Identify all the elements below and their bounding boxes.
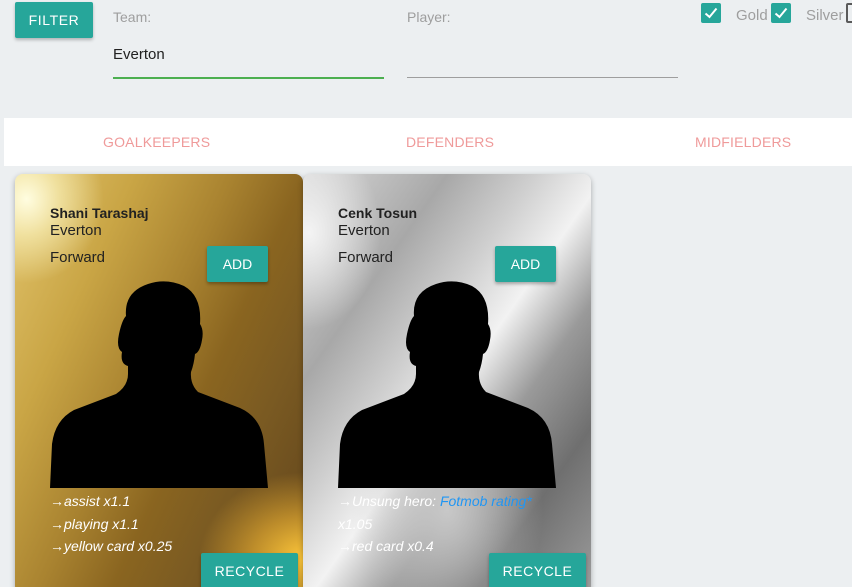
player-name: Cenk Tosun xyxy=(338,205,418,221)
checkbox-silver[interactable] xyxy=(771,3,791,23)
player-field[interactable]: Player: xyxy=(407,9,678,78)
check-icon xyxy=(704,7,718,19)
filter-button[interactable]: FILTER xyxy=(15,2,93,38)
perk-line: →assist x1.1 xyxy=(50,493,131,509)
player-name: Shani Tarashaj xyxy=(50,205,149,221)
recycle-button[interactable]: RECYCLE xyxy=(489,553,586,587)
perks-list: →Unsung hero: Fotmob rating* x1.05 →red … xyxy=(338,490,578,558)
team-input[interactable]: Everton xyxy=(113,46,165,63)
tab-midfielders[interactable]: MIDFIELDERS xyxy=(695,118,791,166)
checkbox-gold[interactable] xyxy=(701,3,721,23)
perks-list: →assist x1.1 →playing x1.1 →yellow card … xyxy=(50,490,290,558)
player-card-silver: Cenk Tosun Everton Forward ADD →Unsung h… xyxy=(303,174,591,587)
fotmob-rating-link[interactable]: Fotmob rating* xyxy=(440,493,532,509)
perk-line: x1.05 xyxy=(338,515,373,532)
player-position: Forward xyxy=(50,249,106,266)
perk-prefix: →Unsung hero: xyxy=(338,493,440,509)
player-silhouette-icon xyxy=(338,281,556,488)
player-silhouette-icon xyxy=(50,281,268,488)
player-team: Everton xyxy=(50,222,102,239)
add-button[interactable]: ADD xyxy=(207,246,268,282)
position-tabs: GOALKEEPERS DEFENDERS MIDFIELDERS xyxy=(4,118,852,166)
team-underline xyxy=(113,77,384,79)
add-button[interactable]: ADD xyxy=(495,246,556,282)
page: FILTER Team: Everton Player: Gold Silver… xyxy=(0,0,852,587)
checkbox-silver-label: Silver xyxy=(806,7,844,24)
perk-line: →Unsung hero: Fotmob rating* xyxy=(338,490,578,513)
tab-defenders[interactable]: DEFENDERS xyxy=(406,118,494,166)
player-card-gold: Shani Tarashaj Everton Forward ADD →assi… xyxy=(15,174,303,587)
player-label: Player: xyxy=(407,9,451,25)
checkbox-gold-label: Gold xyxy=(736,7,768,24)
check-icon xyxy=(774,7,788,19)
player-position: Forward xyxy=(338,249,394,266)
team-label: Team: xyxy=(113,9,152,25)
player-underline xyxy=(407,77,678,78)
player-team: Everton xyxy=(338,222,390,239)
checkbox-bronze[interactable] xyxy=(846,3,852,23)
perk-line: →playing x1.1 xyxy=(50,515,139,532)
recycle-button[interactable]: RECYCLE xyxy=(201,553,298,587)
team-field[interactable]: Team: Everton xyxy=(113,9,384,79)
tab-goalkeepers[interactable]: GOALKEEPERS xyxy=(103,118,210,166)
